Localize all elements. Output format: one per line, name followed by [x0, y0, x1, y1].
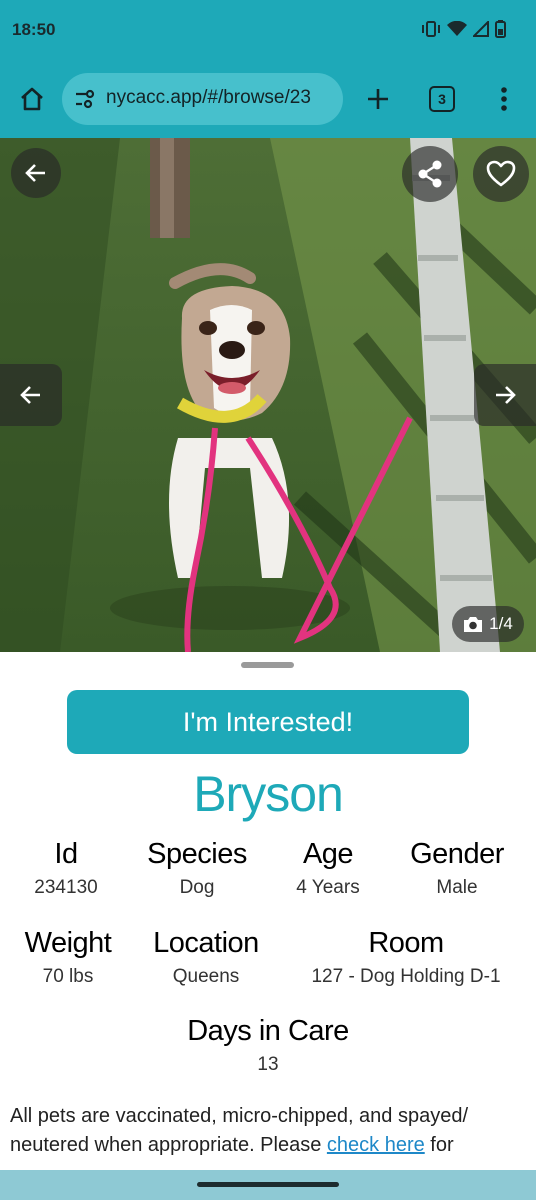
vaccination-notice: All pets are vaccinated, micro-chipped, … [10, 1102, 520, 1160]
fact-label: Days in Care [187, 1015, 349, 1047]
fact-gender: Gender Male [396, 838, 518, 899]
wifi-icon [447, 21, 467, 36]
share-button[interactable] [402, 146, 458, 202]
check-here-link[interactable]: check here [327, 1134, 425, 1156]
new-tab-button[interactable] [358, 79, 398, 119]
fact-age: Age 4 Years [276, 838, 380, 899]
notice-text-tail: for [424, 1134, 454, 1156]
fact-value: 127 - Dog Holding D-1 [311, 966, 501, 987]
fact-label: Gender [410, 838, 504, 870]
back-button[interactable] [11, 148, 61, 198]
fact-value: 234130 [34, 877, 98, 898]
tabs-icon: 3 [429, 86, 455, 112]
fact-id: Id 234130 [16, 838, 116, 899]
fact-label: Id [54, 838, 78, 870]
fact-label: Location [153, 927, 259, 959]
favorite-button[interactable] [473, 146, 529, 202]
site-settings-icon[interactable] [74, 88, 96, 110]
browser-toolbar: nycacc.app/#/browse/23 3 [0, 62, 536, 138]
tab-switcher-button[interactable]: 3 [422, 79, 462, 119]
fact-label: Room [368, 927, 444, 959]
heart-icon [486, 160, 516, 187]
plus-icon [368, 89, 388, 109]
menu-button[interactable] [484, 79, 524, 119]
fact-label: Age [302, 838, 354, 870]
pet-name: Bryson [193, 766, 344, 822]
fact-value: 4 Years [296, 877, 360, 898]
fact-value: Dog [179, 877, 215, 898]
fact-label: Species [147, 838, 247, 870]
fact-weight: Weight 70 lbs [12, 927, 124, 988]
signal-icon [473, 21, 489, 37]
previous-photo-button[interactable] [0, 364, 62, 426]
status-bar: 18:50 [0, 0, 536, 62]
fact-label: Weight [24, 927, 112, 959]
fact-value: 13 [257, 1054, 279, 1075]
photo-counter: 1/4 [452, 606, 524, 642]
fact-days-in-care: Days in Care 13 [168, 1015, 368, 1076]
more-vert-icon [501, 87, 507, 111]
home-icon [21, 87, 43, 111]
sheet-drag-handle[interactable] [241, 662, 294, 668]
system-icons [421, 20, 506, 38]
back-arrow-icon [25, 164, 45, 182]
battery-icon [495, 20, 506, 38]
home-button[interactable] [12, 79, 52, 119]
url-text: nycacc.app/#/browse/23 [106, 87, 311, 108]
fact-value: 70 lbs [42, 966, 94, 987]
address-bar[interactable]: nycacc.app/#/browse/23 [62, 73, 343, 125]
fact-species: Species Dog [132, 838, 262, 899]
share-icon [418, 160, 442, 188]
fact-room: Room 127 - Dog Holding D-1 [290, 927, 522, 988]
camera-icon [464, 617, 483, 632]
next-arrow-icon [496, 386, 516, 404]
pet-photo [0, 138, 536, 652]
vibrate-icon [422, 21, 440, 37]
fact-value: Male [436, 877, 478, 898]
status-time: 18:50 [12, 20, 56, 39]
interested-button[interactable]: I'm Interested! [67, 690, 469, 754]
fact-value: Queens [172, 966, 240, 987]
system-navigation-bar [0, 1170, 536, 1200]
home-gesture-handle[interactable] [197, 1182, 339, 1187]
prev-arrow-icon [20, 386, 40, 404]
next-photo-button[interactable] [474, 364, 536, 426]
fact-location: Location Queens [138, 927, 274, 988]
photo-counter-text: 1/4 [489, 614, 513, 633]
pet-photo-gallery[interactable]: 1/4 [0, 138, 536, 652]
